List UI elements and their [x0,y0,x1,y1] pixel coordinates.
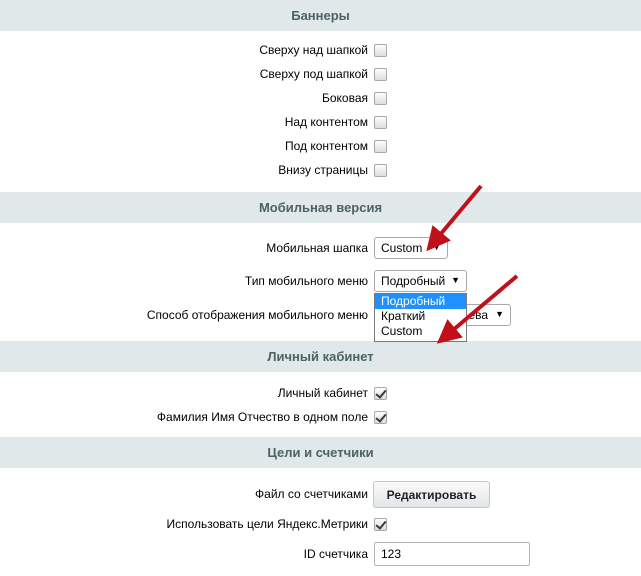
chevron-down-icon: ▼ [451,275,460,285]
section-header-goals: Цели и счетчики [0,437,641,468]
label-banner-top-above-header: Сверху над шапкой [259,43,368,57]
section-title: Баннеры [291,8,350,23]
checkbox-banner-top-above-header[interactable] [374,44,387,57]
label-banner-side: Боковая [321,91,368,105]
label-cabinet-enabled: Личный кабинет [277,386,368,400]
checkbox-banner-side[interactable] [374,92,387,105]
dropdown-option[interactable]: Подробный [375,294,466,309]
dropdown-option[interactable]: Custom [375,324,466,339]
section-header-mobile: Мобильная версия [0,192,641,223]
select-mobile-header[interactable]: Custom ▼ [374,237,448,259]
checkbox-full-name-single-field[interactable] [374,411,387,424]
label-mobile-header: Мобильная шапка [266,241,368,255]
counter-id-input[interactable] [374,542,530,566]
checkbox-banner-page-bottom[interactable] [374,164,387,177]
checkbox-banner-top-below-header[interactable] [374,68,387,81]
label-yandex-goals: Использовать цели Яндекс.Метрики [166,517,368,531]
checkbox-cabinet-enabled[interactable] [374,387,387,400]
section-title: Цели и счетчики [267,445,374,460]
select-value: Custom [381,241,423,255]
chevron-down-icon: ▼ [432,242,441,252]
checkbox-banner-above-content[interactable] [374,116,387,129]
dropdown-option[interactable]: Краткий [375,309,466,324]
label-banner-above-content: Над контентом [284,115,368,129]
section-title: Мобильная версия [258,200,383,215]
mobile-menu-type-dropdown[interactable]: Подробный Краткий Custom [374,293,467,342]
label-banner-below-content: Под контентом [284,139,368,153]
checkbox-yandex-goals[interactable] [374,518,387,531]
label-mobile-menu-type: Тип мобильного меню [244,274,368,288]
label-counter-id: ID счетчика [303,547,368,561]
select-value: ева [468,308,488,322]
checkbox-banner-below-content[interactable] [374,140,387,153]
section-title: Личный кабинет [267,349,374,364]
label-mobile-menu-display-mode: Способ отображения мобильного меню [146,308,368,322]
label-banner-top-below-header: Сверху под шапкой [259,67,368,81]
edit-counters-button[interactable]: Редактировать [373,481,490,508]
label-full-name-single-field: Фамилия Имя Отчество в одном поле [156,410,368,424]
label-counters-file: Файл со счетчиками [255,487,368,501]
section-header-cabinet: Личный кабинет [0,341,641,372]
label-banner-page-bottom: Внизу страницы [278,163,368,177]
chevron-down-icon: ▼ [495,309,504,319]
select-mobile-menu-type[interactable]: Подробный ▼ [374,270,467,292]
section-header-banners: Баннеры [0,0,641,31]
select-value: Подробный [381,274,446,288]
